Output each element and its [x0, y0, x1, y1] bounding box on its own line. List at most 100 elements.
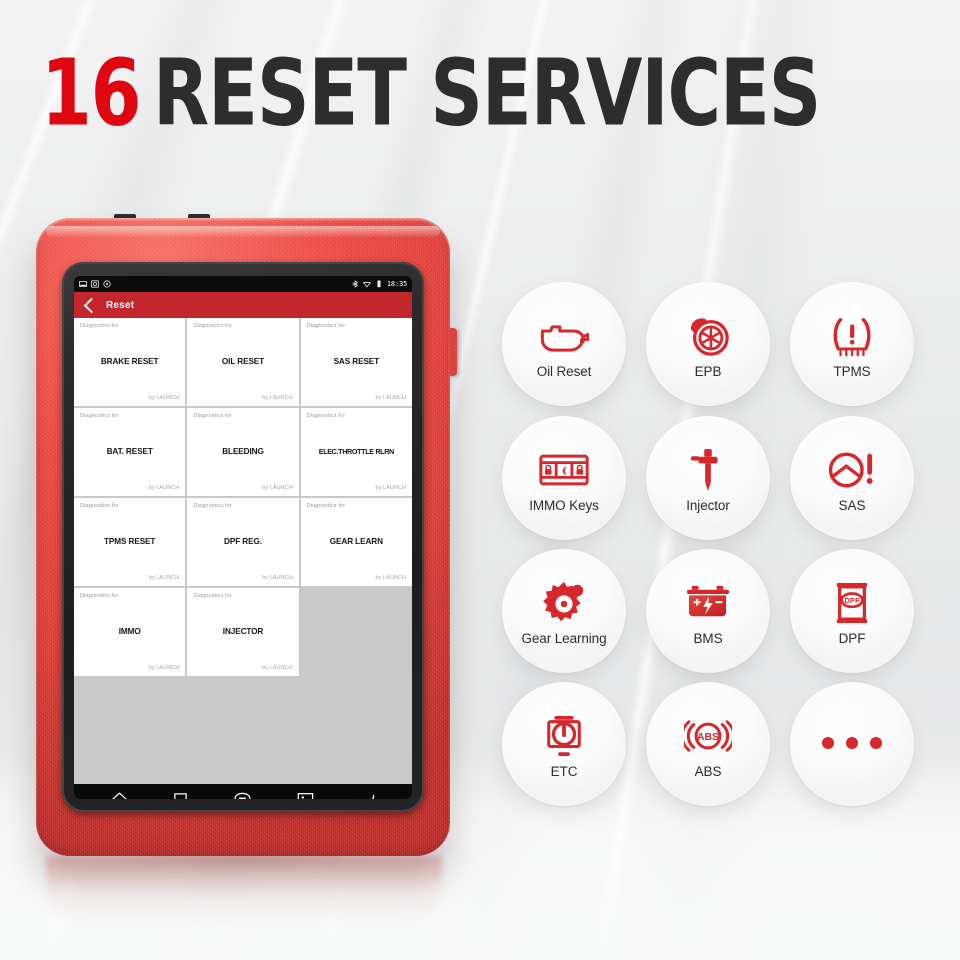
cell-title: DPF REG.: [224, 537, 262, 546]
screenshot-icon: [91, 280, 99, 288]
cell-prefix-label: Diagnostics for: [193, 413, 232, 419]
gallery-icon[interactable]: [297, 792, 314, 799]
cell-vendor-label: by LAUNCH: [375, 485, 406, 491]
service-oil-reset[interactable]: Oil Reset: [502, 282, 626, 406]
cell-title: INJECTOR: [222, 627, 264, 636]
cell-title: TPMS RESET: [104, 537, 156, 546]
service-dpf[interactable]: DPF DPF: [790, 549, 914, 673]
service-label: EPB: [694, 363, 722, 379]
reset-item-cell[interactable]: Diagnostics for SAS RESET by LAUNCH: [300, 318, 412, 406]
android-nav-bar: VCI: [74, 784, 412, 799]
vci-connector-icon[interactable]: VCI: [233, 791, 252, 799]
cell-prefix-label: Diagnostics for: [193, 593, 232, 599]
more-dots-icon: [822, 717, 882, 769]
service-epb[interactable]: EPB: [646, 282, 770, 406]
cell-title: BLEEDING: [222, 447, 264, 456]
cell-vendor-label: by LAUNCH: [262, 485, 293, 491]
service-abs[interactable]: ABS ABS: [646, 682, 770, 806]
cell-vendor-label: by LAUNCH: [262, 665, 293, 671]
page-title: 16 RESET SERVICES: [41, 48, 821, 140]
reset-item-cell[interactable]: Diagnostics for IMMO by LAUNCH: [74, 588, 186, 676]
reset-item-cell[interactable]: Diagnostics for DPF REG. by LAUNCH: [187, 498, 299, 586]
service-etc[interactable]: ETC: [502, 682, 626, 806]
cell-vendor-label: by LAUNCH: [148, 575, 180, 581]
svg-text:ABS: ABS: [697, 731, 719, 742]
cell-vendor-label: by LAUNCH: [148, 395, 180, 401]
grid-empty-area: [74, 678, 412, 784]
service-label: ABS: [694, 763, 722, 779]
service-label: TPMS: [833, 363, 871, 379]
cell-prefix-label: Diagnostics for: [193, 323, 232, 329]
settings-icon: [103, 280, 111, 288]
steering-angle-icon: [828, 444, 876, 496]
brake-disc-icon: [685, 310, 731, 362]
service-injector[interactable]: Injector: [646, 416, 770, 540]
reset-item-cell[interactable]: Diagnostics for INJECTOR by LAUNCH: [187, 588, 299, 676]
service-immo-keys[interactable]: IMMO Keys: [502, 416, 626, 540]
shell-highlight: [46, 226, 440, 238]
service-more[interactable]: [790, 682, 914, 806]
service-label: BMS: [693, 630, 723, 646]
battery-icon: [684, 577, 732, 629]
service-label: Gear Learning: [521, 630, 607, 646]
back-arrow-icon[interactable]: [359, 792, 376, 799]
cell-vendor-label: by LAUNCH: [375, 395, 406, 401]
reset-item-cell[interactable]: Diagnostics for GEAR LEARN by LAUNCH: [300, 498, 412, 586]
service-label: ETC: [550, 763, 578, 779]
sd-card-icon: [79, 281, 87, 287]
reset-item-cell[interactable]: Diagnostics for BAT. RESET by LAUNCH: [74, 408, 186, 496]
reset-item-cell[interactable]: Diagnostics for TPMS RESET by LAUNCH: [74, 498, 186, 586]
throttle-body-icon: [543, 710, 585, 762]
tablet-reflection: [46, 856, 442, 928]
service-label: IMMO Keys: [529, 497, 599, 513]
service-tpms[interactable]: TPMS: [790, 282, 914, 406]
service-bms[interactable]: BMS: [646, 549, 770, 673]
reset-item-cell[interactable]: Diagnostics for ELEC.THROTTLE RLRN by LAUN…: [300, 408, 412, 496]
gear-icon: [541, 577, 587, 629]
cell-prefix-label: Diagnostics for: [306, 323, 346, 329]
home-icon[interactable]: [111, 791, 128, 799]
headline-text: RESET SERVICES: [152, 40, 821, 148]
cell-title: IMMO: [118, 627, 141, 636]
android-status-bar: 18:35: [74, 276, 412, 292]
cell-prefix-label: Diagnostics for: [306, 413, 346, 419]
cell-vendor-label: by LAUNCH: [148, 485, 180, 491]
service-sas[interactable]: SAS: [790, 416, 914, 540]
reset-item-cell[interactable]: Diagnostics for OIL RESET by LAUNCH: [187, 318, 299, 406]
cell-vendor-label: by LAUNCH: [148, 665, 180, 671]
cell-title: SAS RESET: [333, 357, 380, 366]
status-bar-time: 18:35: [386, 280, 407, 288]
svg-text:DPF: DPF: [844, 596, 860, 605]
wifi-icon: [362, 282, 371, 288]
cell-prefix-label: Diagnostics for: [80, 323, 119, 329]
cell-prefix-label: Diagnostics for: [306, 503, 346, 509]
service-gear-learning[interactable]: Gear Learning: [502, 549, 626, 673]
cell-vendor-label: by LAUNCH: [375, 575, 406, 581]
svg-text:VCI: VCI: [239, 798, 245, 799]
cell-vendor-label: by LAUNCH: [262, 395, 293, 401]
cell-prefix-label: Diagnostics for: [193, 503, 232, 509]
chevron-left-icon[interactable]: [83, 297, 100, 313]
app-title: Reset: [106, 299, 135, 311]
recents-icon[interactable]: [173, 792, 188, 799]
cell-prefix-label: Diagnostics for: [80, 503, 119, 509]
oil-can-icon: [539, 310, 589, 362]
headline-number: 16: [41, 40, 142, 148]
cell-title: BRAKE RESET: [100, 357, 159, 366]
cell-vendor-label: by LAUNCH: [262, 575, 293, 581]
service-label: DPF: [838, 630, 866, 646]
cell-prefix-label: Diagnostics for: [80, 593, 119, 599]
cell-title: BAT. RESET: [106, 447, 153, 456]
service-icon-grid: Oil Reset EPB TPMS IMMO Keys Injector SA…: [494, 282, 938, 818]
reset-item-cell[interactable]: Diagnostics for BRAKE RESET by LAUNCH: [74, 318, 186, 406]
dpf-filter-icon: DPF: [833, 577, 871, 629]
launch-diagnostic-tablet: 18:35 Reset Diagnostics for BRAKE RESET by…: [36, 214, 457, 856]
bluetooth-icon: [352, 280, 359, 288]
service-label: Oil Reset: [536, 363, 592, 379]
service-label: Injector: [686, 497, 730, 513]
service-label: SAS: [838, 497, 866, 513]
battery-icon: [377, 280, 381, 288]
reset-item-cell[interactable]: Diagnostics for BLEEDING by LAUNCH: [187, 408, 299, 496]
tablet-bezel: 18:35 Reset Diagnostics for BRAKE RESET by…: [62, 262, 424, 812]
tablet-screen: 18:35 Reset Diagnostics for BRAKE RESET by…: [74, 276, 412, 799]
